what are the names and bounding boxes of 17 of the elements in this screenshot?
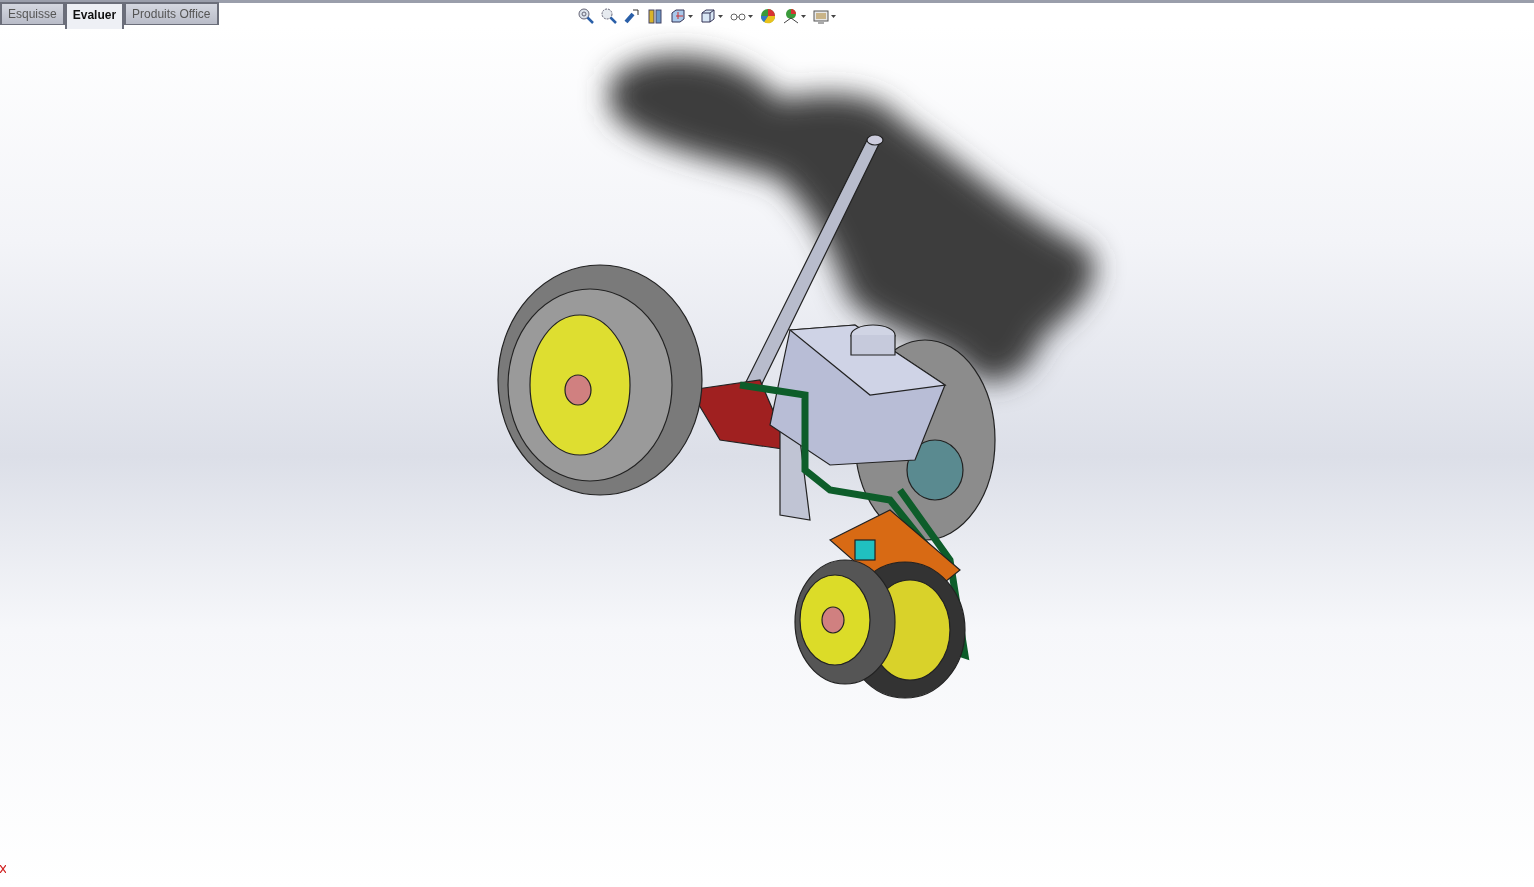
zoom-area-icon[interactable]	[601, 8, 617, 24]
display-style-icon[interactable]	[700, 8, 716, 24]
tab[interactable]: Esquisse	[0, 2, 65, 25]
caret-icon[interactable]	[831, 14, 836, 18]
view-orientation-icon[interactable]	[670, 8, 686, 24]
previous-view-icon[interactable]	[624, 8, 640, 24]
caret-icon[interactable]	[688, 14, 693, 18]
appearance-icon[interactable]	[760, 8, 776, 24]
caret-icon[interactable]	[748, 14, 753, 18]
caret-icon[interactable]	[801, 14, 806, 18]
scene-icon[interactable]	[783, 8, 799, 24]
tab[interactable]: Produits Office	[124, 2, 219, 25]
section-view-icon[interactable]	[647, 8, 663, 24]
caret-icon[interactable]	[718, 14, 723, 18]
axis-triad-icon	[0, 865, 6, 873]
tab[interactable]: Evaluer	[64, 2, 125, 29]
zoom-fit-icon[interactable]	[578, 8, 594, 24]
